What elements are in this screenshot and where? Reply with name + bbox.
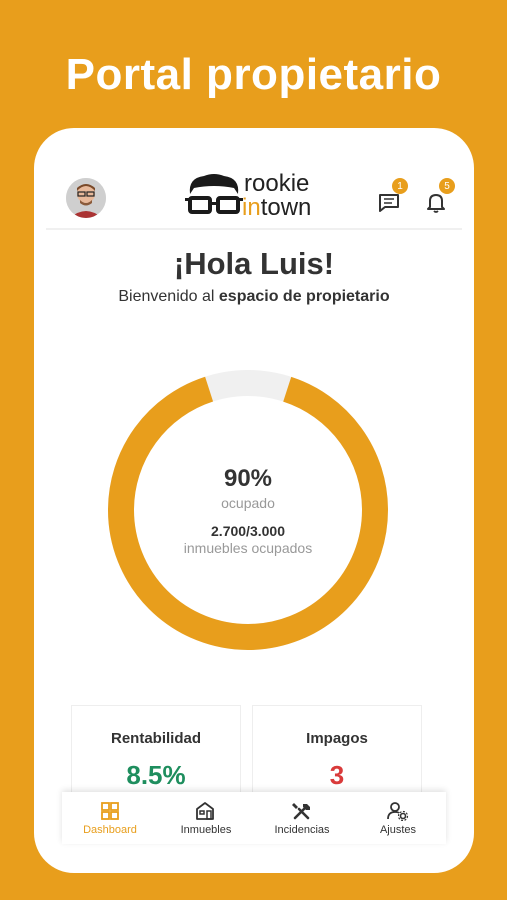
tab-label: Ajustes (379, 823, 417, 836)
dashboard-icon (101, 801, 119, 820)
avatar-image (66, 178, 106, 218)
user-settings-icon (387, 801, 409, 821)
bell-icon (427, 194, 445, 213)
phone-frame: rookie intown 1 5 ¡Hola Luis! Bienvenido… (34, 128, 474, 873)
bottom-tab-bar: Dashboard Inmuebles Incidencias Ajustes (62, 792, 446, 844)
notifications-badge: 5 (439, 178, 455, 194)
tools-icon (292, 802, 310, 819)
tab-label: Incidencias (274, 823, 330, 836)
app-header: rookie intown 1 5 (46, 158, 462, 230)
tab-inmuebles[interactable]: Inmuebles (158, 792, 254, 844)
donut-center: 90% ocupado 2.700/3.000 inmuebles ocupad… (108, 370, 388, 650)
occupancy-count-caption: inmuebles ocupados (183, 539, 313, 556)
brand-logo: rookie intown (184, 170, 334, 226)
logo-face-icon (185, 174, 243, 214)
tab-label: Inmuebles (180, 823, 232, 836)
tab-ajustes[interactable]: Ajustes (350, 792, 446, 844)
tab-incidencias[interactable]: Incidencias (254, 792, 350, 844)
occupancy-count: 2.700/3.000 (211, 522, 285, 539)
occupancy-percent: 90% (223, 464, 273, 492)
greeting-subtitle: Bienvenido al espacio de propietario (118, 288, 390, 305)
card-value: 3 (329, 760, 345, 790)
card-title: Rentabilidad (110, 730, 201, 747)
occupancy-donut: 90% ocupado 2.700/3.000 inmuebles ocupad… (108, 370, 388, 650)
chat-icon (379, 194, 399, 212)
card-value: 8.5% (126, 760, 186, 790)
logo-text-intown: intown (242, 194, 312, 221)
notifications-button[interactable]: 5 (421, 178, 455, 218)
messages-button[interactable]: 1 (374, 178, 408, 218)
avatar[interactable] (66, 178, 106, 218)
tab-dashboard[interactable]: Dashboard (62, 792, 158, 844)
building-icon (196, 801, 214, 820)
card-title: Impagos (306, 730, 368, 747)
tab-label: Dashboard (83, 823, 137, 836)
greeting-title: ¡Hola Luis! (173, 246, 335, 281)
occupancy-percent-caption: ocupado (221, 494, 275, 511)
promo-title: Portal propietario (65, 50, 442, 99)
messages-badge: 1 (392, 178, 408, 194)
